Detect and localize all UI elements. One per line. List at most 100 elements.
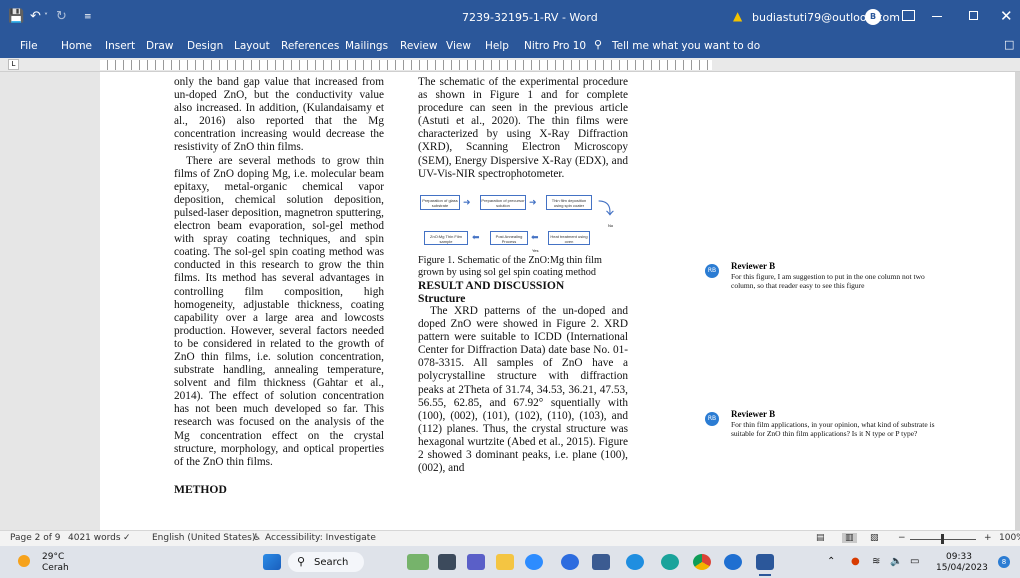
tab-insert[interactable]: Insert xyxy=(105,40,135,52)
page-count[interactable]: Page 2 of 9 xyxy=(10,533,61,543)
chrome-icon[interactable] xyxy=(693,554,711,570)
comment-avatar: RB xyxy=(705,264,719,278)
status-bar: Page 2 of 9 4021 words ✓ English (United… xyxy=(0,530,1020,546)
paragraph: only the band gap value that increased f… xyxy=(174,76,384,154)
volume-icon[interactable]: 🔈 xyxy=(890,556,902,568)
accessibility-status[interactable]: Accessibility: Investigate xyxy=(265,533,376,543)
zoom-app-icon[interactable] xyxy=(525,554,543,570)
tab-file[interactable]: File xyxy=(20,40,38,52)
comment-author: Reviewer B xyxy=(731,261,776,271)
tray-app-icon[interactable]: ● xyxy=(851,556,860,568)
window-title: 7239-32195-1-RV - Word xyxy=(462,11,598,24)
tab-mailings[interactable]: Mailings xyxy=(345,40,388,52)
ruler-scale[interactable] xyxy=(100,60,712,70)
flow-box: Post Annealing Process xyxy=(490,230,528,245)
avatar[interactable]: B xyxy=(865,9,881,25)
zoom-level[interactable]: 100% xyxy=(999,533,1020,543)
tab-selector[interactable]: L xyxy=(8,59,19,70)
proofing-icon[interactable]: ✓ xyxy=(123,533,131,543)
task-view-icon[interactable] xyxy=(438,554,456,570)
tab-help[interactable]: Help xyxy=(485,40,509,52)
title-bar: 💾 ↶ ˅ ↻ ≡ 7239-32195-1-RV - Word ▲ budia… xyxy=(0,0,1020,34)
no-label: No xyxy=(608,222,614,228)
zoom-slider-thumb[interactable] xyxy=(941,534,944,544)
web-layout-icon[interactable]: ▧ xyxy=(870,533,879,543)
section-heading: RESULT AND DISCUSSION xyxy=(418,278,565,292)
right-column: The schematic of the experimental proced… xyxy=(418,76,628,475)
tab-nitro[interactable]: Nitro Pro 10 xyxy=(524,40,586,52)
start-button[interactable] xyxy=(263,554,281,570)
battery-icon[interactable]: ▭ xyxy=(910,556,919,568)
restore-button[interactable] xyxy=(969,11,978,20)
comments-icon[interactable]: □ xyxy=(1004,38,1014,51)
store-icon[interactable] xyxy=(592,554,610,570)
flow-box: Heat treatment using oven xyxy=(548,230,590,245)
notification-badge[interactable]: 8 xyxy=(998,556,1010,568)
language[interactable]: English (United States) xyxy=(152,533,255,543)
edge-icon[interactable] xyxy=(661,554,679,570)
weather-temperature[interactable]: 29°C xyxy=(42,552,64,562)
tab-view[interactable]: View xyxy=(446,40,471,52)
help-icon[interactable] xyxy=(626,554,644,570)
search-label[interactable]: Search xyxy=(314,557,348,568)
comment-avatar: RB xyxy=(705,412,719,426)
wifi-icon[interactable]: ≋ xyxy=(872,556,880,568)
weather-icon[interactable] xyxy=(18,555,30,567)
vertical-scrollbar[interactable] xyxy=(1015,72,1020,530)
document-page[interactable]: only the band gap value that increased f… xyxy=(100,72,697,530)
word-app-icon[interactable] xyxy=(756,554,774,570)
copilot-icon[interactable] xyxy=(724,554,742,570)
subsection-heading: Structure xyxy=(418,291,466,305)
figure-caption: Figure 1. Schematic of the ZnO:Mg thin f… xyxy=(418,254,602,278)
word-active-indicator xyxy=(759,574,771,576)
word-count[interactable]: 4021 words xyxy=(68,533,121,543)
chevron-up-icon[interactable]: ⌃ xyxy=(827,556,835,568)
close-button[interactable]: ✕ xyxy=(1000,7,1013,25)
windows-taskbar: 29°C Cerah ⚲ Search ⌃ ● ≋ 🔈 ▭ 09:33 15/0… xyxy=(0,546,1020,578)
ruler: L xyxy=(0,58,1020,72)
clock-date[interactable]: 15/04/2023 xyxy=(936,563,988,573)
save-icon[interactable]: 💾 xyxy=(8,9,24,25)
accessibility-icon[interactable]: ♿ xyxy=(253,533,261,543)
print-layout-icon[interactable]: ▥ xyxy=(842,533,857,543)
flow-box: Preparation of glass substrate xyxy=(420,194,460,210)
search-icon: ⚲ xyxy=(297,555,306,568)
clock-time[interactable]: 09:33 xyxy=(946,552,972,562)
tab-draw[interactable]: Draw xyxy=(146,40,173,52)
section-heading: METHOD xyxy=(174,482,227,496)
file-explorer-icon[interactable] xyxy=(496,554,514,570)
arrow-icon: ➜ xyxy=(529,196,537,207)
zoom-meeting-icon[interactable] xyxy=(561,554,579,570)
warning-icon[interactable]: ▲ xyxy=(733,9,742,23)
paragraph: The XRD patterns of the un-doped and dop… xyxy=(418,304,628,475)
tab-layout[interactable]: Layout xyxy=(234,40,270,52)
tab-references[interactable]: References xyxy=(281,40,339,52)
paragraph: The schematic of the experimental proced… xyxy=(418,76,628,180)
figure-1-diagram: Preparation of glass substrate ➜ Prepara… xyxy=(418,193,628,253)
undo-icon[interactable]: ↶ xyxy=(30,9,41,25)
weather-condition: Cerah xyxy=(42,563,69,573)
lightbulb-icon[interactable]: ⚲ xyxy=(594,38,602,51)
widget-icon[interactable] xyxy=(407,554,429,570)
comment-author: Reviewer B xyxy=(731,409,776,419)
arrow-icon: ➜ xyxy=(463,196,471,207)
minimize-button[interactable] xyxy=(932,16,942,17)
chat-icon[interactable] xyxy=(467,554,485,570)
arrow-icon: ⬅ xyxy=(531,231,539,242)
left-column: only the band gap value that increased f… xyxy=(174,76,384,496)
redo-icon[interactable]: ↻ xyxy=(56,9,67,25)
tell-me-search[interactable]: Tell me what you want to do xyxy=(612,40,760,52)
curved-arrow-icon: ⤵ xyxy=(598,200,615,218)
ribbon-display-icon[interactable] xyxy=(902,10,915,21)
yes-label: Yes xyxy=(532,247,539,253)
zoom-in-button[interactable]: + xyxy=(984,533,992,543)
flow-box: ZnO:Mg Thin Film sample xyxy=(424,230,468,245)
zoom-out-button[interactable]: − xyxy=(898,533,906,543)
read-mode-icon[interactable]: ▤ xyxy=(816,533,825,543)
tab-design[interactable]: Design xyxy=(187,40,223,52)
tab-home[interactable]: Home xyxy=(61,40,92,52)
undo-dropdown-icon[interactable]: ˅ xyxy=(44,9,48,25)
tab-review[interactable]: Review xyxy=(400,40,437,52)
customize-qat-icon[interactable]: ≡ xyxy=(84,9,92,25)
flow-box: Preparation of precursor solution xyxy=(480,194,526,210)
